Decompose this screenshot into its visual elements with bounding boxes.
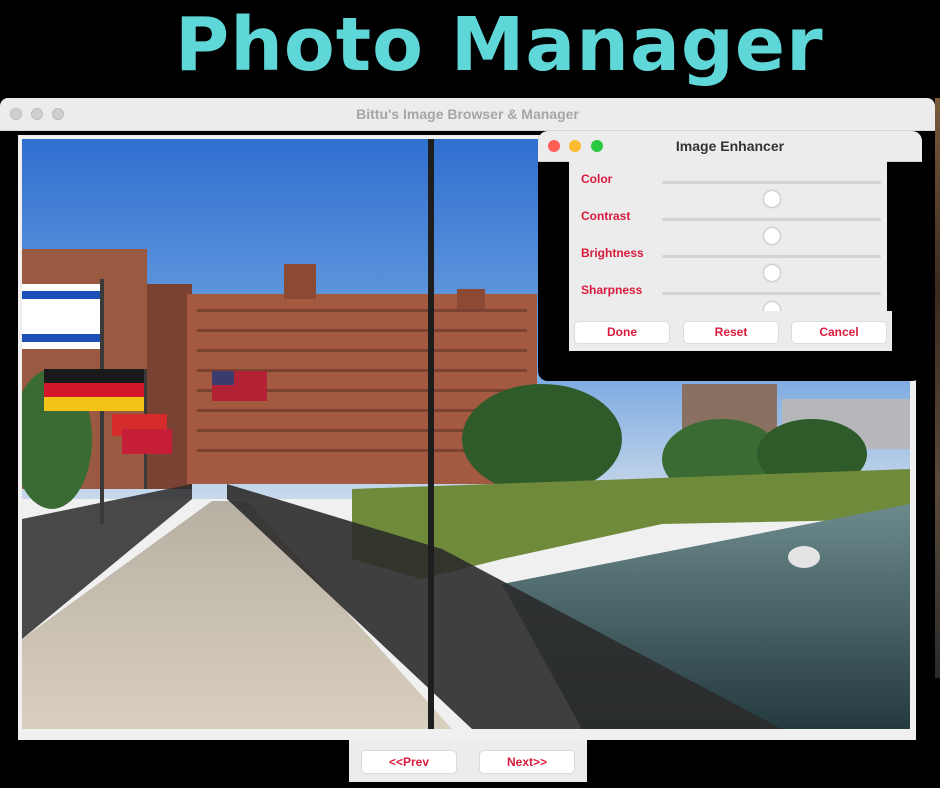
- enhancer-titlebar: Image Enhancer: [538, 131, 922, 162]
- slider-label: Brightness: [581, 246, 644, 260]
- reset-button[interactable]: Reset: [683, 321, 779, 344]
- slider-label: Color: [581, 172, 613, 186]
- image-enhancer-dialog: Image Enhancer Color Contrast Brightness…: [538, 131, 922, 381]
- slider-row-color: Color: [569, 164, 887, 207]
- next-button[interactable]: Next>>: [479, 750, 575, 774]
- enhancer-title: Image Enhancer: [675, 138, 785, 154]
- slider-label: Sharpness: [581, 283, 643, 297]
- color-slider-track[interactable]: [662, 181, 881, 207]
- contrast-slider-track[interactable]: [662, 218, 881, 244]
- brightness-slider-track[interactable]: [662, 255, 881, 281]
- nav-bar: <<Prev Next>>: [349, 740, 587, 782]
- slider-label: Contrast: [581, 209, 631, 223]
- enhancer-button-bar: Done Reset Cancel: [569, 311, 892, 351]
- done-button[interactable]: Done: [574, 321, 670, 344]
- slider-row-contrast: Contrast: [569, 201, 887, 244]
- slider-row-sharpness: Sharpness: [569, 275, 887, 318]
- prev-button[interactable]: <<Prev: [361, 750, 457, 774]
- cancel-button[interactable]: Cancel: [791, 321, 887, 344]
- banner-title: Photo Manager: [175, 2, 824, 88]
- banner: Photo Manager: [0, 0, 940, 98]
- slider-panel: Color Contrast Brightness Sharpness: [569, 161, 887, 318]
- slider-row-brightness: Brightness: [569, 238, 887, 281]
- main-titlebar: Bittu's Image Browser & Manager: [0, 98, 935, 131]
- window-title: Bittu's Image Browser & Manager: [356, 106, 579, 122]
- sharpness-slider-track[interactable]: [662, 292, 881, 318]
- background-strip: [935, 98, 940, 678]
